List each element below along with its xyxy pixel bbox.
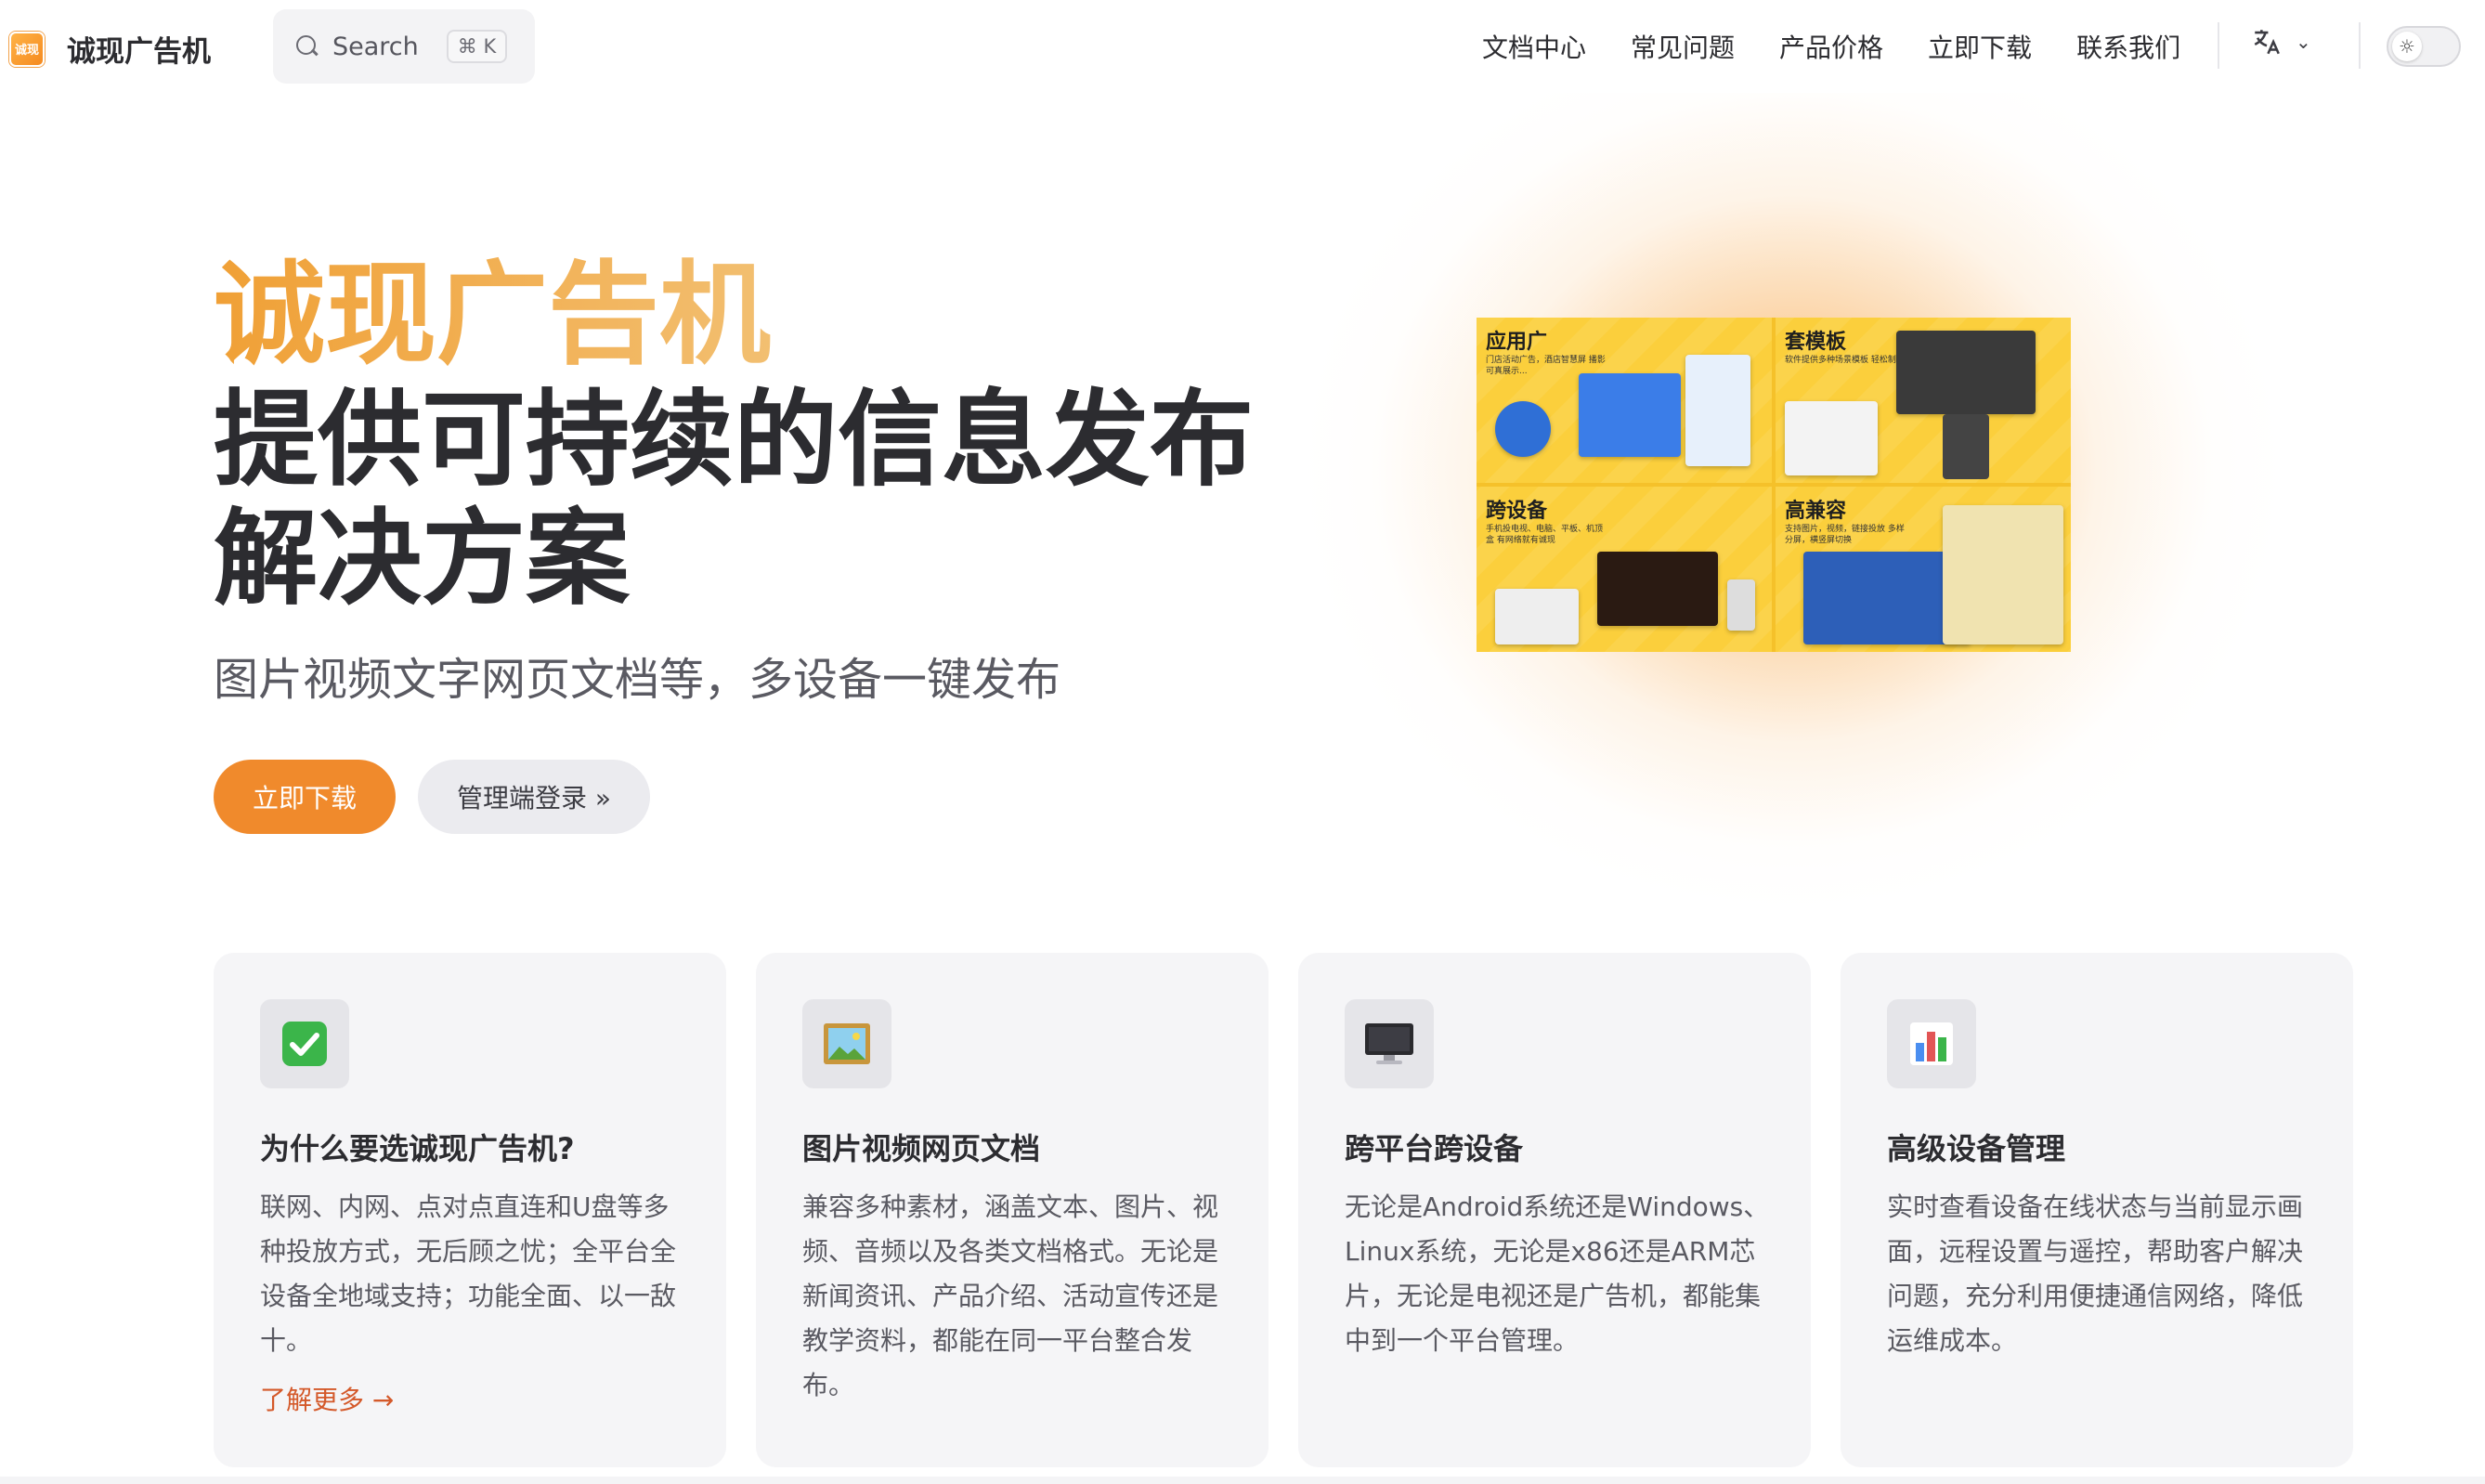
quadrant-title: 跨设备 <box>1486 500 1548 523</box>
search-button[interactable]: Search ⌘ K <box>273 9 535 84</box>
brand-name: 诚现广告机 <box>67 35 211 69</box>
hero-text: 诚现广告机 提供可持续的信息发布 解决方案 图片视频文字网页文档等，多设备一键发… <box>214 251 1291 708</box>
feature-text: 无论是Android系统还是Windows、Linux系统，无论是x86还是AR… <box>1345 1191 1770 1356</box>
monitor-icon <box>1345 999 1434 1088</box>
feature-text: 兼容多种素材，涵盖文本、图片、视频、音频以及各类文档格式。无论是新闻资讯、产品介… <box>802 1191 1219 1400</box>
hero-tagline: 图片视频文字网页文档等，多设备一键发布 <box>214 654 1061 706</box>
device-mockup <box>1727 579 1755 631</box>
image-quadrant-devices: 跨设备 手机投电视、电脑、平板、机顶盒 有网络就有诚现 <box>1477 487 1772 652</box>
search-placeholder: Search <box>332 32 419 61</box>
app-mockup <box>1685 355 1750 466</box>
hero-title: 提供可持续的信息发布 解决方案 <box>214 381 1291 618</box>
search-shortcut: ⌘ K <box>446 30 508 63</box>
template-mockup <box>1896 331 2036 414</box>
feature-card: 高级设备管理 实时查看设备在线状态与当前显示画面，远程设置与遥控，帮助客户解决问… <box>1841 953 2353 1467</box>
quadrant-title: 应用广 <box>1486 331 1548 354</box>
device-mockup <box>1495 589 1579 644</box>
feature-cards: 为什么要选诚现广告机? 联网、内网、点对点直连和U盘等多种投放方式，无后顾之忧；… <box>214 953 2383 1467</box>
nav-link-contact[interactable]: 联系我们 <box>2076 28 2180 65</box>
feature-title: 图片视频网页文档 <box>802 1131 1041 1166</box>
feature-text: 实时查看设备在线状态与当前显示画面，远程设置与遥控，帮助客户解决问题，充分利用便… <box>1887 1191 2304 1356</box>
learn-more-link[interactable]: 了解更多 → <box>260 1380 394 1417</box>
translate-icon <box>2254 30 2280 55</box>
image-quadrant-compat: 高兼容 支持图片，视频，链接投放 多样分屏，横竖屏切换 <box>1776 487 2071 652</box>
feature-card: 为什么要选诚现广告机? 联网、内网、点对点直连和U盘等多种投放方式，无后顾之忧；… <box>214 953 726 1467</box>
feature-title: 为什么要选诚现广告机? <box>260 1131 575 1166</box>
theme-toggle[interactable]: ☼ <box>2387 26 2461 67</box>
chevron-down-icon: ⌄ <box>2296 31 2311 53</box>
stand-mockup <box>1943 414 1989 479</box>
nav-link-faq[interactable]: 常见问题 <box>1631 28 1735 65</box>
image-quadrant-templates: 套模板 软件提供多种场景模板 轻松制作 <box>1776 318 2071 483</box>
hero-name: 诚现广告机 <box>214 251 1291 381</box>
brand[interactable]: 诚现 诚现广告机 <box>9 28 211 70</box>
nav-link-pricing[interactable]: 产品价格 <box>1779 28 1883 65</box>
admin-login-button[interactable]: 管理端登录 » <box>418 760 650 834</box>
hero-title-line2: 解决方案 <box>214 499 630 619</box>
quadrant-title: 高兼容 <box>1785 500 1847 523</box>
feature-card: 图片视频网页文档 兼容多种素材，涵盖文本、图片、视频、音频以及各类文档格式。无论… <box>756 953 1269 1467</box>
top-nav: 诚现 诚现广告机 Search ⌘ K 文档中心 常见问题 产品价格 立即下载 … <box>0 0 2485 93</box>
hero-image: 应用广 门店活动广告，酒店智慧屏 播影可真展示... 套模板 软件提供多种场景模… <box>1477 318 2071 652</box>
search-icon <box>295 34 319 59</box>
app-mockup <box>1579 373 1681 457</box>
nav-link-docs[interactable]: 文档中心 <box>1482 28 1586 65</box>
page-bottom-edge <box>0 1477 2485 1484</box>
nav-divider <box>2218 22 2219 69</box>
hero-actions: 立即下载 管理端登录 » <box>214 760 650 834</box>
nav-link-download[interactable]: 立即下载 <box>1928 28 2032 65</box>
picture-icon <box>802 999 891 1088</box>
compat-mockup <box>1943 505 2063 644</box>
image-quadrant-apps: 应用广 门店活动广告，酒店智慧屏 播影可真展示... <box>1477 318 1772 483</box>
download-button[interactable]: 立即下载 <box>214 760 396 834</box>
feature-card: 跨平台跨设备 无论是Android系统还是Windows、Linux系统，无论是… <box>1298 953 1811 1467</box>
feature-title: 高级设备管理 <box>1887 1131 2066 1166</box>
app-mockup <box>1495 401 1551 457</box>
device-mockup <box>1597 552 1718 626</box>
hero-title-line1: 提供可持续的信息发布 <box>214 380 1254 501</box>
brand-logo: 诚现 <box>9 31 45 67</box>
nav-links: 文档中心 常见问题 产品价格 立即下载 联系我们 <box>1482 28 2225 65</box>
quadrant-desc: 软件提供多种场景模板 轻松制作 <box>1785 356 1905 365</box>
quadrant-title: 套模板 <box>1785 331 1847 354</box>
check-mark-icon <box>260 999 349 1088</box>
feature-title: 跨平台跨设备 <box>1345 1131 1524 1166</box>
bar-chart-icon <box>1887 999 1976 1088</box>
feature-text: 联网、内网、点对点直连和U盘等多种投放方式，无后顾之忧；全平台全设备全地域支持；… <box>260 1191 677 1356</box>
nav-divider <box>2359 22 2361 69</box>
quadrant-desc: 手机投电视、电脑、平板、机顶盒 有网络就有诚现 <box>1486 525 1604 545</box>
template-mockup <box>1785 401 1878 475</box>
sun-icon: ☼ <box>2392 32 2422 61</box>
language-switcher[interactable]: ⌄ <box>2251 26 2311 58</box>
quadrant-desc: 支持图片，视频，链接投放 多样分屏，横竖屏切换 <box>1785 525 1905 545</box>
